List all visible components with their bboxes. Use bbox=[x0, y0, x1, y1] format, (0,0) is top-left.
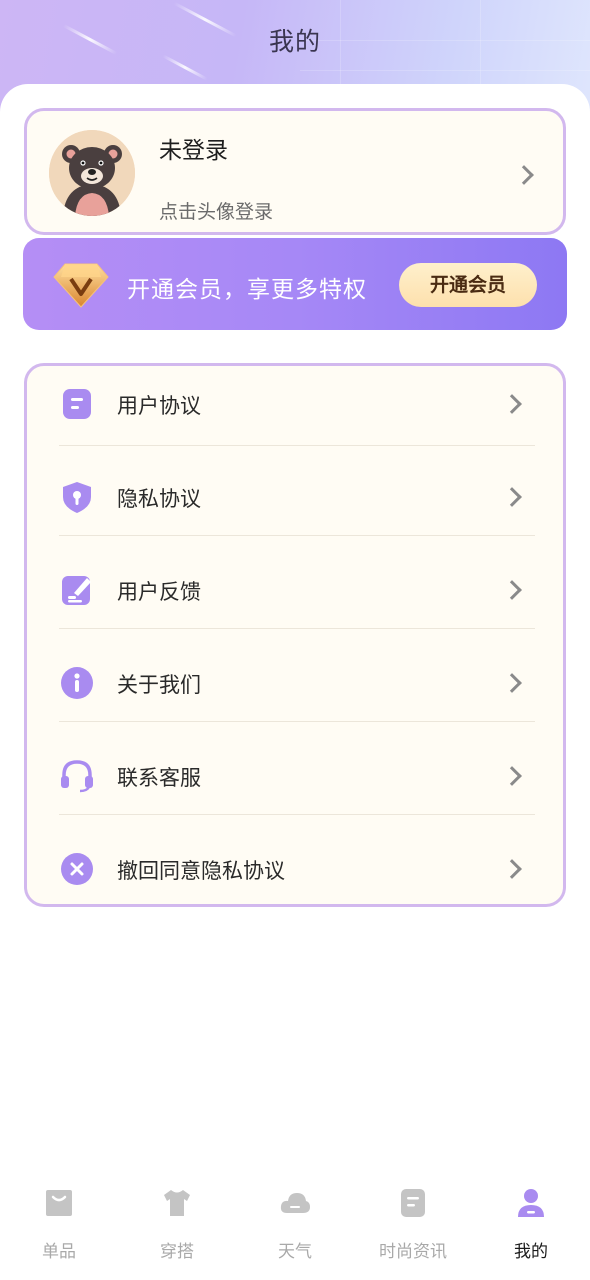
menu-item-privacy-agreement[interactable]: 隐私协议 bbox=[27, 459, 563, 552]
chevron-right-icon bbox=[502, 487, 522, 507]
menu-item-contact-service[interactable]: 联系客服 bbox=[27, 738, 563, 831]
page-title: 我的 bbox=[268, 27, 321, 56]
profile-name: 未登录 bbox=[159, 138, 228, 164]
divider bbox=[59, 628, 535, 629]
menu-item-label: 撤回同意隐私协议 bbox=[117, 859, 285, 883]
tab-label: 时尚资讯 bbox=[379, 1242, 447, 1262]
document-icon bbox=[60, 387, 94, 421]
shirt-icon bbox=[161, 1187, 193, 1219]
tab-weather[interactable]: 天气 bbox=[236, 1175, 354, 1280]
diamond-vip-icon bbox=[53, 263, 109, 308]
feedback-edit-icon bbox=[60, 573, 94, 607]
menu-item-about-us[interactable]: 关于我们 bbox=[27, 645, 563, 738]
tab-label: 穿搭 bbox=[160, 1242, 194, 1262]
headset-icon bbox=[60, 759, 94, 793]
chevron-right-icon bbox=[502, 859, 522, 879]
news-icon bbox=[397, 1187, 429, 1219]
chevron-right-icon bbox=[502, 673, 522, 693]
chevron-right-icon bbox=[502, 766, 522, 786]
cloud-icon bbox=[279, 1187, 311, 1219]
menu-item-user-feedback[interactable]: 用户反馈 bbox=[27, 552, 563, 645]
menu-item-label: 隐私协议 bbox=[117, 487, 201, 511]
person-icon bbox=[515, 1187, 547, 1219]
tab-label: 单品 bbox=[42, 1242, 76, 1262]
open-vip-button[interactable]: 开通会员 bbox=[399, 263, 537, 307]
tab-outfits[interactable]: 穿搭 bbox=[118, 1175, 236, 1280]
menu-item-revoke-privacy-consent[interactable]: 撤回同意隐私协议 bbox=[27, 831, 563, 924]
settings-menu-card: 用户协议 隐私协议 用户反馈 关于我们 联系客服 撤回同意隐私协议 bbox=[24, 363, 566, 907]
profile-card[interactable]: 未登录 点击头像登录 bbox=[24, 108, 566, 235]
menu-item-label: 用户反馈 bbox=[117, 580, 201, 604]
tab-fashion-news[interactable]: 时尚资讯 bbox=[354, 1175, 472, 1280]
bag-icon bbox=[43, 1187, 75, 1219]
vip-promo-text: 开通会员，享更多特权 bbox=[127, 277, 367, 303]
tab-mine[interactable]: 我的 bbox=[472, 1175, 590, 1280]
menu-item-label: 联系客服 bbox=[117, 766, 201, 790]
divider bbox=[59, 535, 535, 536]
bear-avatar-icon bbox=[49, 130, 135, 216]
tab-label: 我的 bbox=[514, 1242, 548, 1262]
tab-label: 天气 bbox=[278, 1242, 312, 1262]
close-circle-icon bbox=[60, 852, 94, 886]
tab-single-items[interactable]: 单品 bbox=[0, 1175, 118, 1280]
chevron-right-icon bbox=[502, 580, 522, 600]
info-icon bbox=[60, 666, 94, 700]
avatar[interactable] bbox=[49, 130, 135, 216]
profile-login-hint: 点击头像登录 bbox=[159, 201, 274, 223]
bottom-tab-bar: 单品 穿搭 天气 时尚资讯 我的 bbox=[0, 1175, 590, 1280]
divider bbox=[59, 721, 535, 722]
menu-item-label: 关于我们 bbox=[117, 673, 201, 697]
divider bbox=[59, 445, 535, 446]
chevron-right-icon bbox=[502, 394, 522, 414]
menu-item-label: 用户协议 bbox=[117, 394, 201, 418]
vip-banner[interactable]: 开通会员，享更多特权 开通会员 bbox=[23, 238, 567, 330]
chevron-right-icon bbox=[514, 165, 534, 185]
shield-icon bbox=[60, 480, 94, 514]
divider bbox=[59, 814, 535, 815]
